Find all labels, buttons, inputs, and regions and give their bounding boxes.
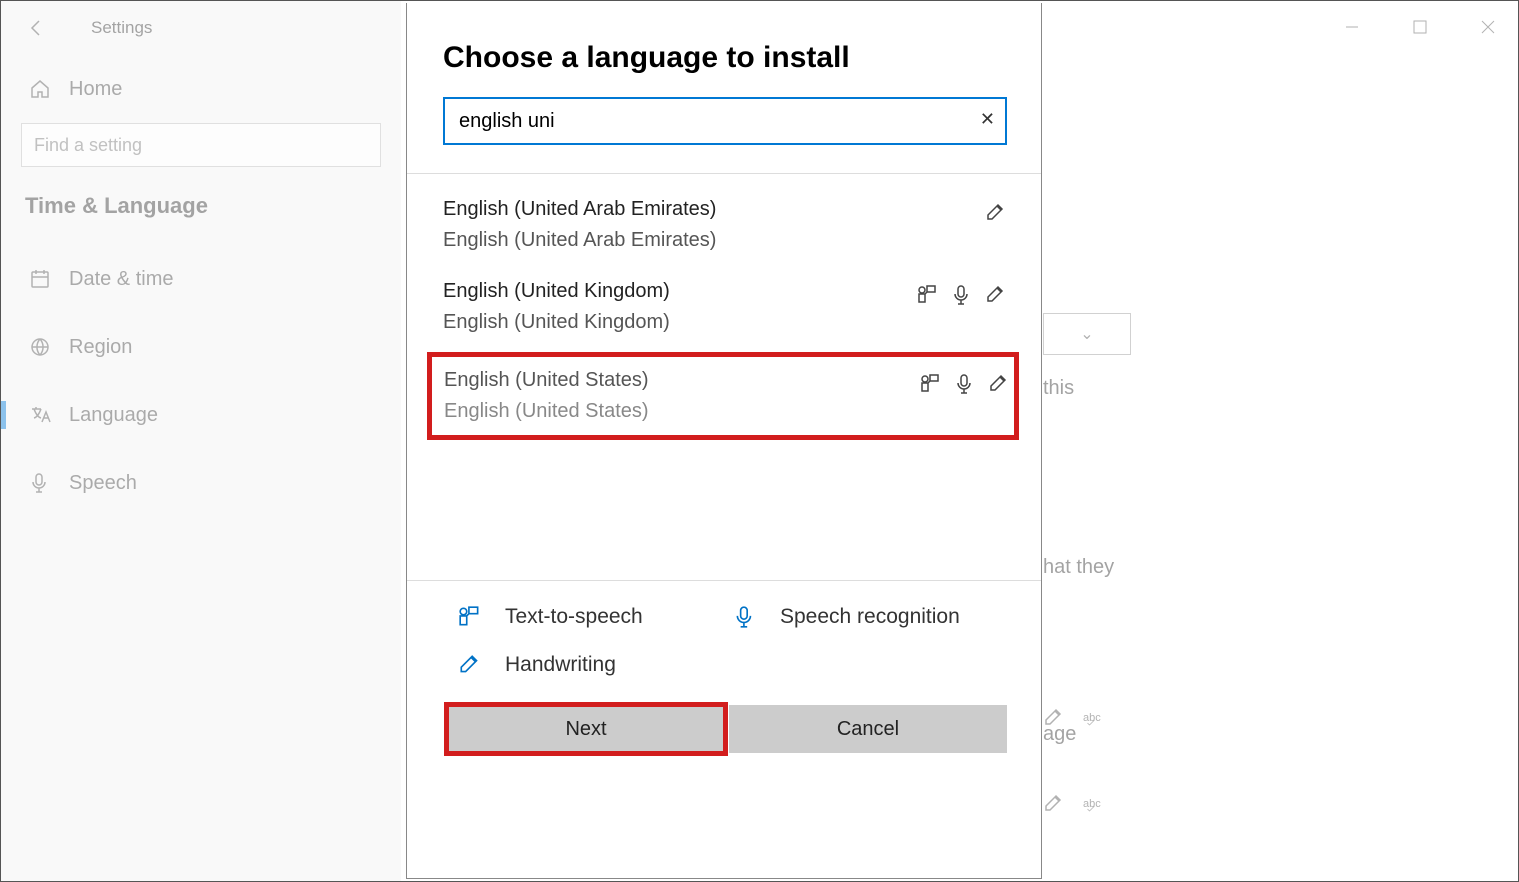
language-result-item[interactable]: English (United Arab Emirates) English (… [443,182,1007,264]
handwriting-icon [985,284,1007,306]
language-primary: English (United States) [444,369,649,392]
legend-handwriting: Handwriting [457,653,732,677]
language-result-item[interactable]: English (United Kingdom) English (United… [443,264,1007,346]
language-result-item-highlighted[interactable]: English (United States) English (United … [427,352,1019,440]
language-secondary: English (United States) [444,392,649,423]
language-primary: English (United Kingdom) [443,280,670,303]
handwriting-icon [988,373,1010,395]
tts-icon [920,373,942,395]
feature-legend: Text-to-speech Speech recognition Handwr… [407,581,1041,687]
mic-icon [951,284,973,306]
dialog-title: Choose a language to install [407,3,1041,97]
clear-search-icon[interactable]: ✕ [980,109,995,130]
language-primary: English (United Arab Emirates) [443,198,716,221]
legend-label: Text-to-speech [505,605,643,629]
language-results: English (United Arab Emirates) English (… [407,174,1041,440]
handwriting-icon [985,202,1007,224]
language-secondary: English (United Kingdom) [443,303,670,334]
handwriting-icon [457,653,483,677]
mic-icon [954,373,976,395]
tts-icon [917,284,939,306]
legend-tts: Text-to-speech [457,605,732,629]
next-button[interactable]: Next [447,705,725,753]
cancel-button[interactable]: Cancel [729,705,1007,753]
install-language-dialog: Choose a language to install ✕ English (… [406,3,1042,879]
legend-speech: Speech recognition [732,605,1007,629]
language-secondary: English (United Arab Emirates) [443,221,716,252]
mic-icon [732,605,758,629]
legend-label: Handwriting [505,653,616,677]
legend-label: Speech recognition [780,605,960,629]
language-search-input[interactable] [443,97,1007,145]
tts-icon [457,605,483,629]
